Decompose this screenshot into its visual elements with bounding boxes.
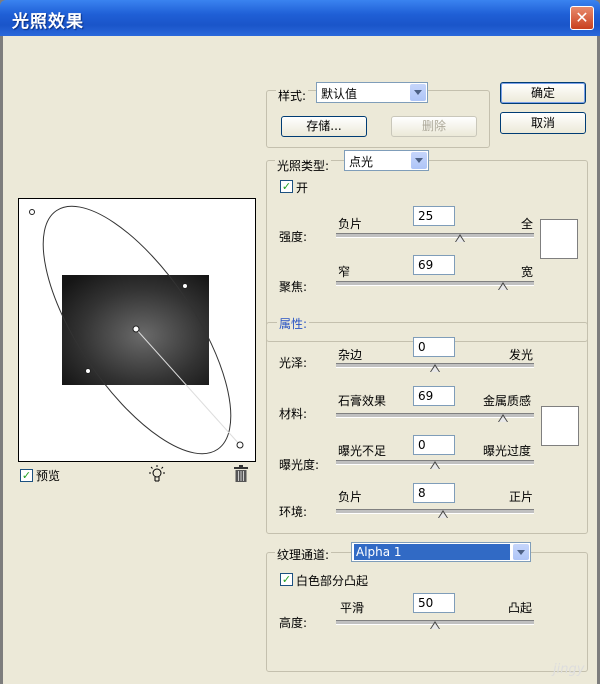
lightbulb-icon[interactable] — [148, 464, 166, 484]
exposure-label: 曝光度: — [279, 458, 320, 472]
height-label: 高度: — [279, 616, 308, 630]
height-left-label: 平滑 — [340, 601, 365, 615]
watermark: jingy — [553, 662, 585, 677]
style-select-value: 默认值 — [321, 87, 358, 101]
texture-channel-label: 纹理通道: — [275, 546, 332, 563]
focus-label: 聚焦: — [279, 280, 308, 294]
material-right-label: 金属质感 — [483, 394, 532, 408]
style-select[interactable]: 默认值 — [316, 82, 428, 103]
intensity-slider[interactable] — [336, 233, 534, 238]
ambience-slider-thumb[interactable] — [438, 510, 448, 518]
ok-button[interactable]: 确定 — [500, 82, 586, 104]
chevron-down-icon[interactable] — [411, 152, 427, 169]
height-value[interactable]: 50 — [413, 593, 455, 613]
delete-button: 删除 — [391, 116, 477, 137]
exposure-slider-thumb[interactable] — [430, 461, 440, 469]
intensity-right-label: 全 — [521, 217, 534, 231]
light-handle-left — [85, 368, 91, 374]
ambience-value[interactable]: 8 — [413, 483, 455, 503]
light-on-label: 开 — [296, 181, 309, 195]
trash-icon[interactable] — [233, 465, 249, 483]
preview-checkbox[interactable]: ✓ — [20, 469, 33, 482]
save-button[interactable]: 存储... — [281, 116, 367, 137]
lighting-effects-dialog: 光照效果 ✕ 样式: 默认值 存储... 删除 确定 取消 光照类型: 点光 ✓… — [0, 0, 600, 684]
ambience-label: 环境: — [279, 505, 308, 519]
intensity-value[interactable]: 25 — [413, 206, 455, 226]
focus-left-label: 窄 — [338, 265, 351, 279]
texture-channel-select[interactable]: Alpha 1 — [351, 542, 531, 562]
height-slider-thumb[interactable] — [430, 621, 440, 629]
dialog-body: 样式: 默认值 存储... 删除 确定 取消 光照类型: 点光 ✓ 开 强度: … — [3, 36, 597, 684]
close-button[interactable]: ✕ — [570, 6, 594, 30]
light-handle-right — [182, 283, 188, 289]
light-on-checkbox[interactable]: ✓ — [280, 180, 293, 193]
gloss-value[interactable]: 0 — [413, 337, 455, 357]
ambience-left-label: 负片 — [338, 490, 363, 504]
light-handle-bottom — [236, 441, 244, 449]
intensity-left-label: 负片 — [338, 217, 363, 231]
chevron-down-icon[interactable] — [513, 544, 529, 560]
intensity-slider-thumb[interactable] — [455, 234, 465, 242]
light-handle-top — [29, 209, 35, 215]
properties-header: 属性: — [277, 315, 310, 332]
ambience-slider[interactable] — [336, 509, 534, 514]
light-color-swatch[interactable] — [540, 219, 578, 259]
gloss-left-label: 杂边 — [338, 348, 363, 362]
light-type-value: 点光 — [349, 155, 374, 169]
texture-channel-value: Alpha 1 — [354, 544, 510, 560]
gloss-right-label: 发光 — [509, 348, 534, 362]
material-label: 材料: — [279, 407, 308, 421]
chevron-down-icon[interactable] — [410, 84, 426, 101]
cancel-button[interactable]: 取消 — [500, 112, 586, 134]
light-type-select[interactable]: 点光 — [344, 150, 429, 171]
material-left-label: 石膏效果 — [338, 394, 387, 408]
preview-label: 预览 — [36, 469, 61, 483]
title-bar[interactable]: 光照效果 ✕ — [0, 0, 600, 36]
ambience-right-label: 正片 — [509, 490, 534, 504]
exposure-value[interactable]: 0 — [413, 435, 455, 455]
exposure-left-label: 曝光不足 — [338, 444, 387, 458]
height-right-label: 凸起 — [508, 601, 533, 615]
preview-svg[interactable] — [19, 199, 255, 461]
light-center-handle — [132, 325, 140, 333]
white-high-label: 白色部分凸起 — [296, 574, 369, 588]
material-value[interactable]: 69 — [413, 386, 455, 406]
intensity-label: 强度: — [279, 230, 308, 244]
gloss-label: 光泽: — [279, 356, 308, 370]
preview-canvas[interactable] — [18, 198, 256, 462]
material-slider-thumb[interactable] — [498, 414, 508, 422]
gloss-slider-thumb[interactable] — [430, 364, 440, 372]
focus-right-label: 宽 — [521, 265, 534, 279]
style-label: 样式: — [276, 87, 309, 104]
exposure-right-label: 曝光过度 — [483, 444, 532, 458]
ambient-color-swatch[interactable] — [541, 406, 579, 446]
focus-value[interactable]: 69 — [413, 255, 455, 275]
light-type-label: 光照类型: — [275, 157, 332, 174]
focus-slider-thumb[interactable] — [498, 282, 508, 290]
white-high-checkbox[interactable]: ✓ — [280, 573, 293, 586]
window-title: 光照效果 — [12, 12, 84, 32]
